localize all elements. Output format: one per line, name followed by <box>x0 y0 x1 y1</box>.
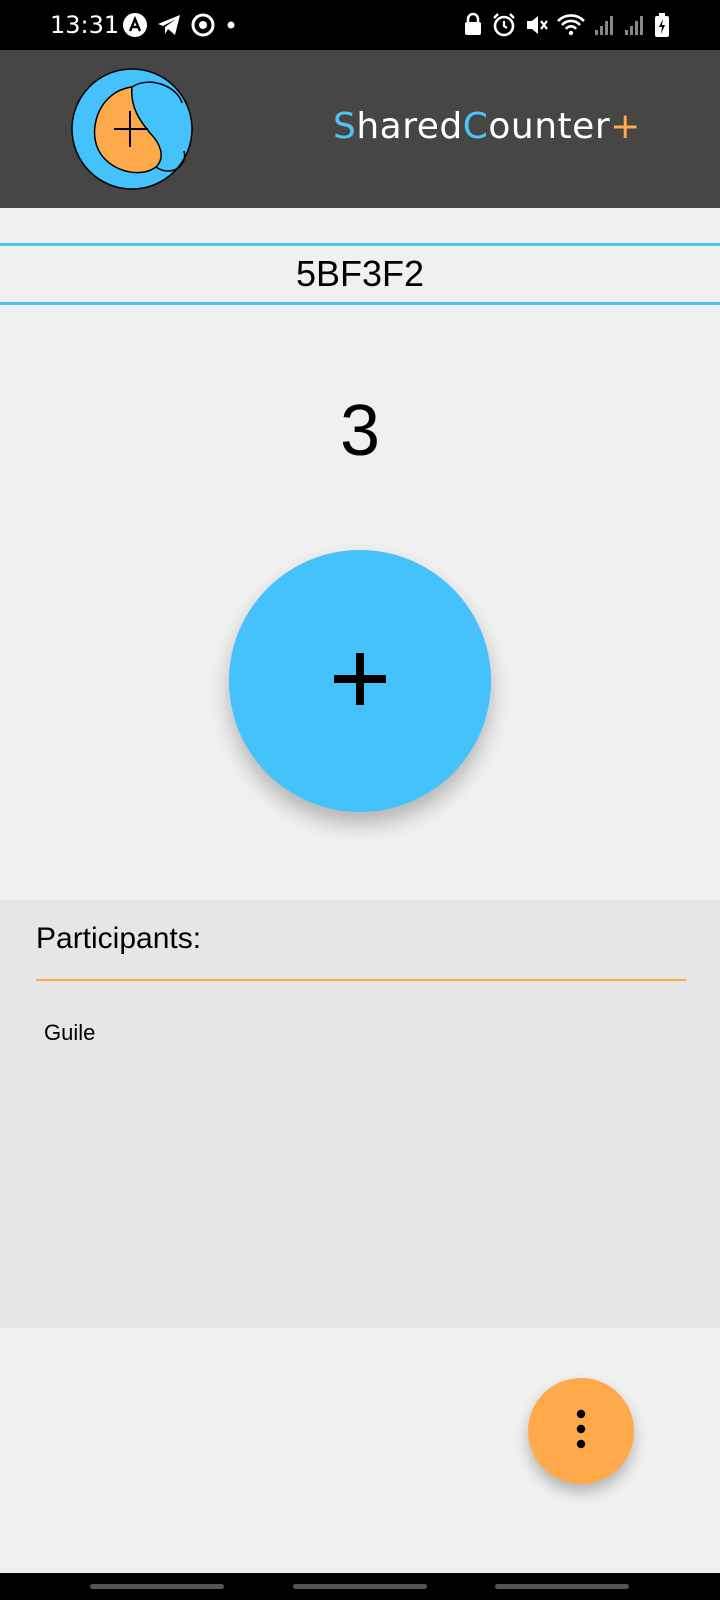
plus-icon <box>334 652 386 710</box>
participants-panel: Participants: Guile <box>0 900 720 1328</box>
participant-item: Guile <box>44 1020 96 1045</box>
app-title-ounter: ounter <box>488 106 611 147</box>
lock-icon <box>462 12 484 38</box>
battery-icon <box>654 12 670 38</box>
mute-icon <box>524 12 548 38</box>
participant-list: Guile <box>44 1018 95 1048</box>
app-title-c: C <box>462 106 489 147</box>
app-title-s: S <box>333 106 357 147</box>
nav-handle-center[interactable] <box>293 1584 427 1589</box>
signal-icon <box>594 12 616 38</box>
app-title-plus: + <box>610 106 641 147</box>
telegram-icon <box>156 12 182 38</box>
status-left-icons <box>122 12 238 38</box>
app-title-hared: hared <box>356 106 463 147</box>
app-title: SharedCounter+ <box>333 106 641 147</box>
nav-handle-right[interactable] <box>495 1584 629 1589</box>
menu-fab[interactable] <box>528 1378 634 1484</box>
participants-title: Participants: <box>36 922 202 955</box>
dot-icon <box>224 12 238 38</box>
app-icon <box>122 12 148 38</box>
signal-icon <box>624 12 646 38</box>
increment-button[interactable] <box>229 550 491 812</box>
more-vert-icon <box>575 1409 587 1454</box>
participants-divider <box>36 979 686 981</box>
app-logo-icon <box>70 67 194 191</box>
app-bar: SharedCounter+ <box>0 50 720 208</box>
status-bar: 13:31 <box>0 0 720 50</box>
session-code[interactable]: 5BF3F2 <box>0 243 720 305</box>
status-time: 13:31 <box>50 11 120 39</box>
alarm-icon <box>492 12 516 38</box>
counter-value: 3 <box>339 391 381 471</box>
nav-handle-left[interactable] <box>90 1584 224 1589</box>
nav-bar <box>0 1573 720 1600</box>
session-code-text: 5BF3F2 <box>295 253 425 294</box>
wifi-icon <box>556 12 586 38</box>
status-right-icons <box>462 12 670 38</box>
sync-icon <box>190 12 216 38</box>
